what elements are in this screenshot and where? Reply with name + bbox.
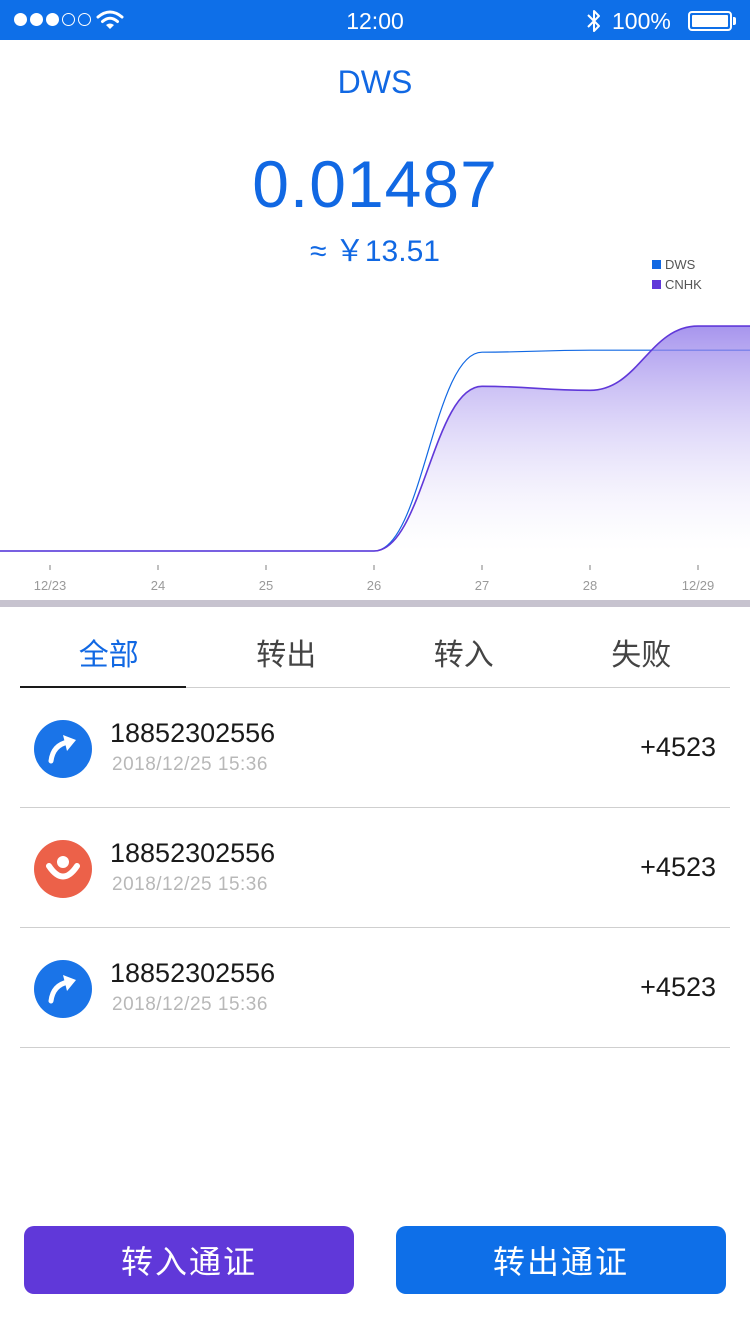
chart-divider xyxy=(0,600,750,607)
transaction-time: 2018/12/25 15:36 xyxy=(112,874,268,895)
transaction-time: 2018/12/25 15:36 xyxy=(112,754,268,775)
transaction-account: 18852302556 xyxy=(110,958,276,988)
price-chart[interactable]: DWS CNHK 12/23 24 25 26 27 28 12/29 xyxy=(0,250,750,600)
battery-percent: 100% xyxy=(612,8,671,34)
bluetooth-icon xyxy=(587,10,600,32)
transaction-amount: +4523 xyxy=(640,972,716,1002)
x-tick-label: 12/23 xyxy=(34,578,67,593)
transaction-account: 18852302556 xyxy=(110,718,276,748)
battery-cap xyxy=(733,17,736,25)
transfer-in-button[interactable]: 转入通证 xyxy=(24,1226,354,1294)
transaction-account: 18852302556 xyxy=(110,838,276,868)
tab-all[interactable]: 全部 xyxy=(20,610,198,688)
legend-swatch-cnhk xyxy=(652,280,661,289)
series-cnhk-area xyxy=(0,326,750,551)
chart-legend: DWS CNHK xyxy=(652,257,702,292)
legend-swatch-dws xyxy=(652,260,661,269)
x-tick-label: 28 xyxy=(583,578,597,593)
token-title: DWS xyxy=(337,64,413,100)
send-arrow-icon xyxy=(34,720,92,778)
chart-series xyxy=(0,325,750,552)
tab-transfer-out[interactable]: 转出 xyxy=(198,610,376,687)
status-bar: 12:00 100% xyxy=(0,0,750,40)
token-balance: 0.01487 xyxy=(252,147,498,221)
transaction-row[interactable]: 18852302556 2018/12/25 15:36 +4523 xyxy=(20,808,730,928)
battery-icon xyxy=(688,11,732,31)
send-arrow-icon xyxy=(34,960,92,1018)
transaction-time: 2018/12/25 15:36 xyxy=(112,994,268,1015)
legend-label-cnhk: CNHK xyxy=(665,277,702,292)
transaction-amount: +4523 xyxy=(640,732,716,762)
transaction-amount: +4523 xyxy=(640,852,716,882)
transfer-out-button[interactable]: 转出通证 xyxy=(396,1226,726,1294)
transaction-tabs: 全部 转出 转入 失败 xyxy=(20,610,730,688)
tab-transfer-in[interactable]: 转入 xyxy=(375,610,553,687)
send-arrow-glyph xyxy=(48,735,76,764)
x-tick-label: 25 xyxy=(259,578,273,593)
battery-fill xyxy=(692,15,728,27)
send-arrow-glyph xyxy=(48,975,76,1004)
transaction-row[interactable]: 18852302556 2018/12/25 15:36 +4523 xyxy=(20,688,730,808)
x-tick-label: 12/29 xyxy=(682,578,715,593)
x-tick-label: 27 xyxy=(475,578,489,593)
transaction-list: 18852302556 2018/12/25 15:36 +4523 18852… xyxy=(20,688,730,1048)
transaction-row[interactable]: 18852302556 2018/12/25 15:36 +4523 xyxy=(20,928,730,1048)
chart-x-axis: 12/23 24 25 26 27 28 12/29 xyxy=(34,565,715,593)
receive-face-glyph xyxy=(46,856,80,880)
receive-face-icon xyxy=(34,840,92,898)
tab-failed[interactable]: 失败 xyxy=(553,610,731,687)
x-tick-label: 24 xyxy=(151,578,165,593)
legend-label-dws: DWS xyxy=(665,257,696,272)
x-tick-label: 26 xyxy=(367,578,381,593)
